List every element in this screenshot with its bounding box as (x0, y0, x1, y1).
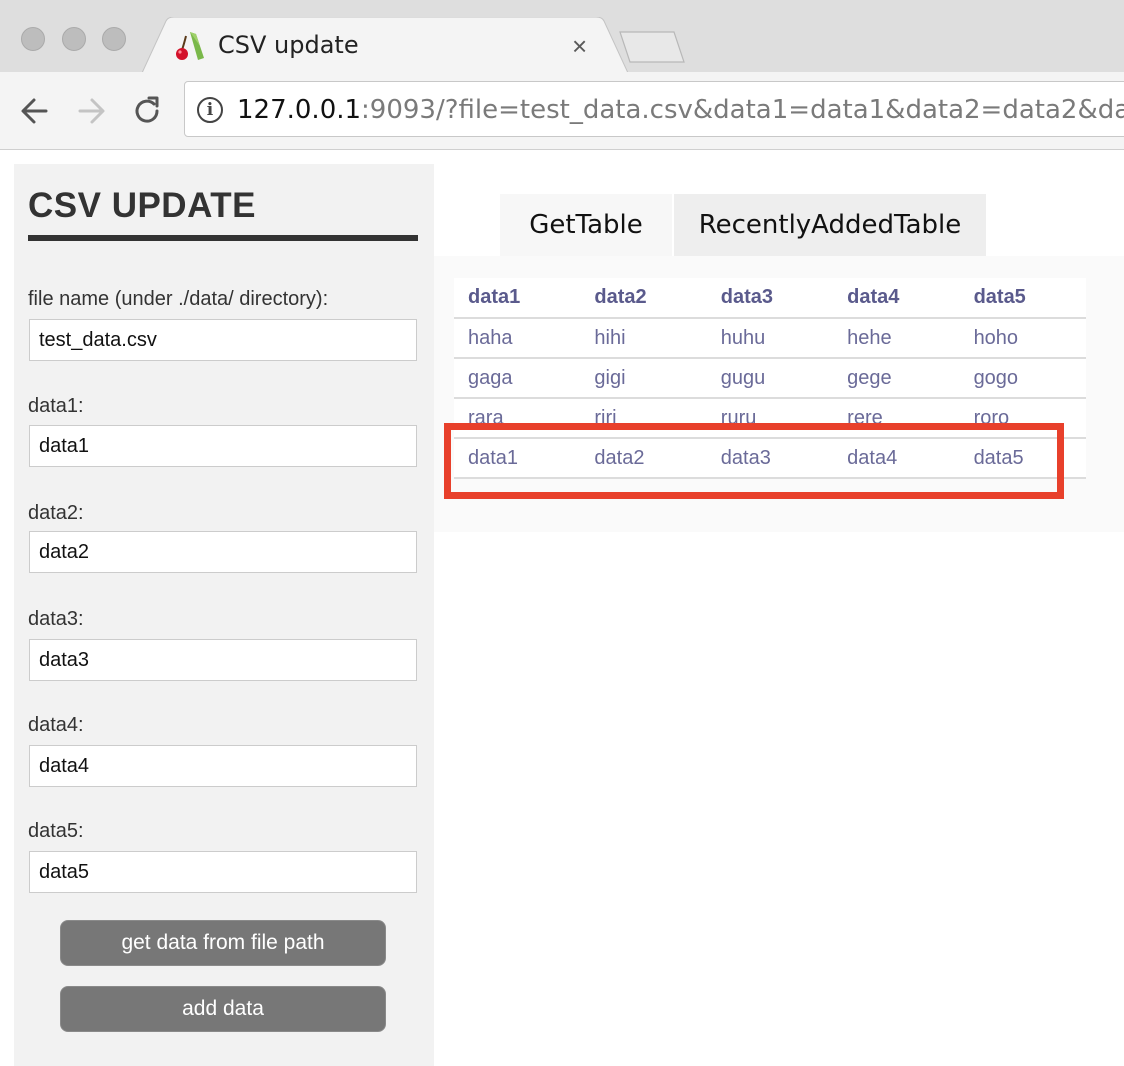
data5-label: data5: (28, 820, 84, 842)
data2-input[interactable] (29, 531, 417, 573)
table-cell: hoho (959, 318, 1086, 359)
data3-label: data3: (28, 608, 84, 630)
data1-input[interactable] (29, 425, 417, 467)
table-cell: gege (833, 358, 960, 399)
data4-input[interactable] (29, 745, 417, 787)
table-panel: data1 data2 data3 data4 data5 haha hihi … (434, 256, 1124, 532)
data5-input[interactable] (29, 851, 417, 893)
data4-label: data4: (28, 714, 84, 736)
table-row: rara riri ruru rere roro (454, 398, 1086, 439)
browser-tabstrip: CSV update × (0, 0, 1124, 73)
table-cell: ruru (706, 398, 834, 439)
table-cell: gigi (580, 358, 707, 399)
add-data-button[interactable]: add data (60, 986, 386, 1032)
url-path: :9093/?file=test_data.csv&data1=data1&da… (361, 95, 1124, 125)
column-header: data2 (580, 278, 707, 319)
browser-toolbar: i 127.0.0.1:9093/?file=test_data.csv&dat… (0, 72, 1124, 150)
url-host: 127.0.0.1 (237, 95, 362, 125)
file-name-label: file name (under ./data/ directory): (28, 288, 329, 310)
csv-update-form: CSV UPDATE file name (under ./data/ dire… (14, 164, 434, 1066)
minimize-window-button[interactable] (62, 27, 86, 51)
table-cell: rara (454, 398, 581, 439)
table-cell: data1 (454, 438, 581, 479)
info-icon[interactable]: i (197, 97, 223, 123)
cherry-favicon-icon (174, 30, 206, 62)
column-header: data4 (833, 278, 960, 319)
data1-label: data1: (28, 395, 84, 417)
table-row: haha hihi huhu hehe hoho (454, 318, 1086, 359)
table-cell: hihi (580, 318, 707, 359)
table-row-new: data1 data2 data3 data4 data5 (454, 438, 1086, 479)
table-cell: data3 (706, 438, 834, 479)
table-cell: hehe (833, 318, 960, 359)
url-text: 127.0.0.1:9093/?file=test_data.csv&data1… (237, 95, 1124, 125)
table-cell: haha (454, 318, 581, 359)
column-header: data1 (454, 278, 581, 319)
table-tabs: GetTable RecentlyAddedTable (434, 164, 1124, 256)
table-cell: gugu (706, 358, 834, 399)
address-bar[interactable]: i 127.0.0.1:9093/?file=test_data.csv&dat… (184, 81, 1124, 137)
table-cell: rere (833, 398, 960, 439)
tab-title: CSV update (218, 31, 359, 59)
data2-label: data2: (28, 502, 84, 524)
tab-get-table[interactable]: GetTable (500, 194, 672, 256)
table-cell: gaga (454, 358, 581, 399)
title-divider (28, 235, 418, 241)
table-cell: roro (959, 398, 1086, 439)
forward-arrow-icon[interactable] (74, 94, 108, 128)
table-cell: data5 (959, 438, 1086, 479)
get-data-button[interactable]: get data from file path (60, 920, 386, 966)
file-name-input[interactable] (29, 319, 417, 361)
back-arrow-icon[interactable] (18, 94, 52, 128)
maximize-window-button[interactable] (102, 27, 126, 51)
browser-tab-active[interactable] (142, 17, 628, 73)
data-table: data1 data2 data3 data4 data5 haha hihi … (454, 278, 1086, 479)
table-cell: huhu (706, 318, 834, 359)
table-cell: data2 (580, 438, 707, 479)
table-cell: riri (580, 398, 707, 439)
page-title: CSV UPDATE (28, 186, 256, 225)
tab-close-icon[interactable]: × (572, 32, 587, 60)
table-header-row: data1 data2 data3 data4 data5 (454, 278, 1086, 319)
new-tab-button[interactable] (618, 30, 688, 71)
column-header: data3 (706, 278, 834, 319)
data3-input[interactable] (29, 639, 417, 681)
close-window-button[interactable] (21, 27, 45, 51)
reload-icon[interactable] (130, 94, 164, 128)
tab-recently-added-table[interactable]: RecentlyAddedTable (674, 194, 986, 256)
table-cell: data4 (833, 438, 960, 479)
table-row: gaga gigi gugu gege gogo (454, 358, 1086, 399)
table-cell: gogo (959, 358, 1086, 399)
column-header: data5 (959, 278, 1086, 319)
